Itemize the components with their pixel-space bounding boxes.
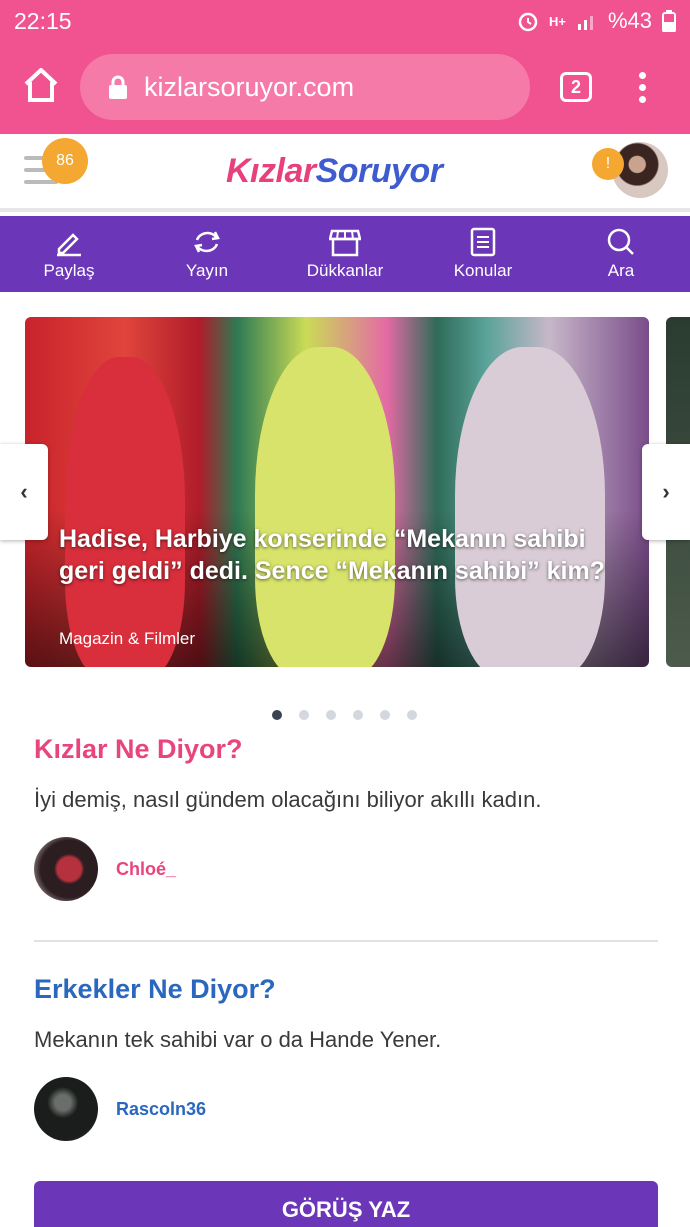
refresh-icon [194,231,220,253]
write-opinion-button[interactable]: GÖRÜŞ YAZ [34,1181,658,1227]
battery-icon [662,10,676,32]
boys-opinion-text: Mekanın tek sahibi var o da Hande Yener. [34,1027,442,1052]
featured-carousel: Hadise, Harbiye konserinde “Mekanın sahi… [0,292,690,732]
carousel-dot[interactable] [272,710,282,720]
network-type: H+ [548,13,566,29]
status-time: 22:15 [14,8,72,34]
list-icon [470,227,496,257]
carousel-dot[interactable] [353,710,363,720]
lock-icon [109,75,127,99]
slide-category[interactable]: Magazin & Filmler [59,629,195,649]
pencil-icon [57,233,81,257]
alarm-icon [518,12,538,32]
username[interactable]: Chloé_ [116,859,176,880]
nav-item-feed[interactable]: Yayın [138,216,276,292]
site-logo[interactable]: KızlarSoruyor [226,152,443,191]
carousel-next-button[interactable]: › [642,444,690,540]
boys-section-title: Erkekler Ne Diyor? [34,974,276,1004]
carousel-prev-button[interactable]: ‹ [0,444,48,540]
slide-title[interactable]: Hadise, Harbiye konserinde “Mekanın sahi… [59,523,619,587]
nav-label: Konular [453,261,513,280]
nav-label: Ara [607,261,635,280]
notification-badge[interactable]: 86 [42,138,88,184]
status-bar: 22:15 H+ %43 [0,0,690,42]
tab-switcher-button[interactable]: 2 [560,72,592,102]
slide-image-figure [455,347,605,667]
carousel-dot[interactable] [326,710,336,720]
avatar[interactable] [34,1077,98,1141]
username[interactable]: Rascoln36 [116,1099,206,1120]
girls-section-title: Kızlar Ne Diyor? [34,734,243,764]
nav-item-share[interactable]: Paylaş [0,216,138,292]
nav-item-stores[interactable]: Dükkanlar [276,216,414,292]
boys-opinion-section: Erkekler Ne Diyor? Mekanın tek sahibi va… [34,974,658,1141]
search-icon [607,228,634,255]
girls-opinion-text: İyi demiş, nasıl gündem olacağını biliyo… [34,787,542,812]
carousel-dots [272,710,417,720]
nav-item-topics[interactable]: Konular [414,216,552,292]
avatar[interactable] [34,837,98,901]
nav-label: Yayın [185,261,229,280]
slide-image-figure [65,357,185,667]
overflow-menu-icon[interactable] [632,72,652,106]
site-header: 86 KızlarSoruyor ! [0,134,690,212]
boys-user-row[interactable]: Rascoln36 [34,1077,658,1141]
logo-part2: Soruyor [315,152,443,190]
girls-opinion-section: Kızlar Ne Diyor? İyi demiş, nasıl gündem… [34,734,658,901]
carousel-slide[interactable]: Hadise, Harbiye konserinde “Mekanın sahi… [25,317,649,667]
address-bar[interactable]: kizlarsoruyor.com [80,54,530,120]
carousel-dot[interactable] [380,710,390,720]
status-icons: H+ %43 [517,8,676,34]
alert-badge[interactable]: ! [592,148,624,180]
nav-label: Paylaş [43,261,95,280]
logo-part1: Kızlar [226,152,316,190]
signal-icon [577,16,593,30]
girls-user-row[interactable]: Chloé_ [34,837,658,901]
url-text: kizlarsoruyor.com [144,71,355,102]
browser-toolbar: kizlarsoruyor.com 2 [0,42,690,134]
nav-label: Dükkanlar [306,261,384,280]
carousel-dot[interactable] [407,710,417,720]
main-nav: Paylaş Yayın Dükkanlar Konular Ara [0,216,690,292]
carousel-dot[interactable] [299,710,309,720]
store-icon [329,229,361,257]
home-icon[interactable] [22,66,60,104]
slide-image-figure [255,347,395,667]
divider [34,940,658,942]
battery-percent: %43 [607,8,652,33]
nav-item-search[interactable]: Ara [552,216,690,292]
